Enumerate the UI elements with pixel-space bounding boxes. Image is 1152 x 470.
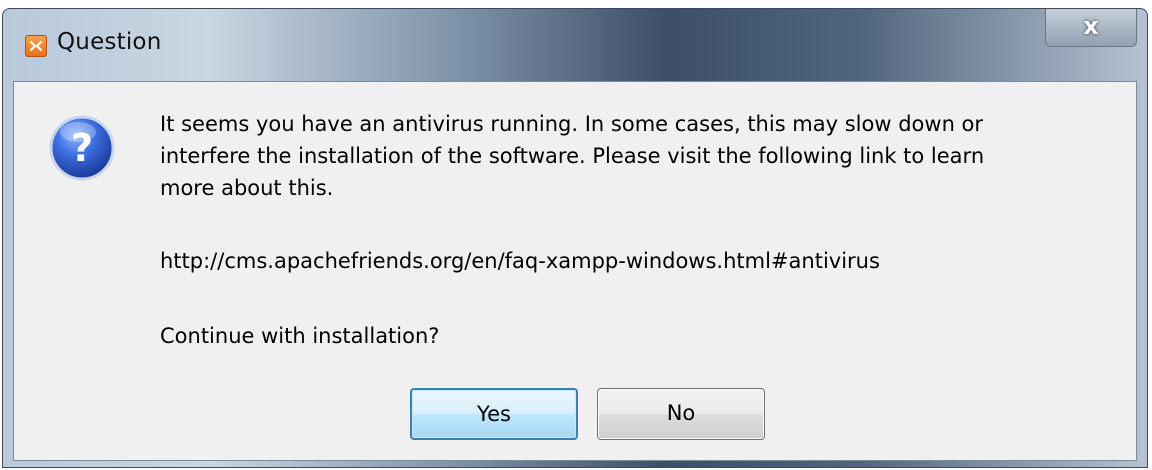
window-title: Question [57,29,162,55]
yes-button[interactable]: Yes [410,388,578,440]
message-line-3: more about this. [160,176,334,200]
xampp-icon [25,35,47,57]
message-line-1: It seems you have an antivirus running. … [160,112,984,136]
message-line-2: interfere the installation of the softwa… [160,144,985,168]
message-prompt: Continue with installation? [160,324,440,348]
question-icon: ? [48,114,116,182]
dialog-window: Question x ? It seems you have an antivi… [2,8,1148,468]
no-button[interactable]: No [597,388,765,440]
message-link: http://cms.apachefriends.org/en/faq-xamp… [160,249,880,273]
svg-text:?: ? [71,126,93,170]
close-button[interactable]: x [1045,9,1137,47]
dialog-body: ? It seems you have an antivirus running… [13,81,1137,461]
title-bar[interactable]: Question x [3,9,1147,79]
